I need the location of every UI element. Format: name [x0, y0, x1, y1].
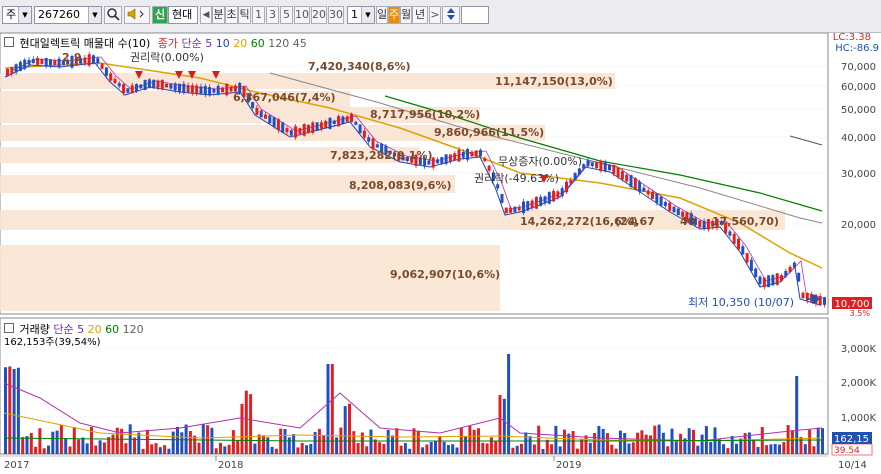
x-label-last: 10/14: [838, 460, 867, 471]
price-axis: 70,000 60,000 50,000 40,000 30,000 20,00…: [841, 62, 876, 231]
vol-legend-60[interactable]: 60: [105, 323, 119, 336]
stock-code-input[interactable]: 267260 ▼: [34, 6, 102, 24]
checkbox-icon[interactable]: [4, 323, 14, 333]
volume-max-label: 162,153주(39,54%): [4, 337, 101, 348]
legend-ma20[interactable]: 20: [233, 37, 247, 50]
vp-label: 40: [680, 215, 696, 228]
price-panel-title: 현대일렉트릭 매물대 수(10): [19, 37, 151, 50]
prev-arrow-button[interactable]: ◀: [200, 6, 212, 24]
low-price-label: 최저 10,350 (10/07): [688, 296, 794, 309]
price-tick-70000: 70,000: [841, 62, 876, 73]
vol-tick-1000k: 1,000K: [841, 413, 877, 424]
legend-ma120[interactable]: 120: [268, 37, 289, 50]
period-10[interactable]: 10: [294, 6, 310, 24]
x-label-2019: 2019: [556, 460, 581, 471]
chevron-down-icon: ▼: [88, 7, 101, 23]
lc-label: LC:3.38: [832, 32, 871, 43]
legend-ma60[interactable]: 60: [251, 37, 265, 50]
period-20[interactable]: 20: [311, 6, 327, 24]
legend-45[interactable]: 45: [293, 37, 307, 50]
tab-day[interactable]: 일: [376, 6, 388, 24]
count-select[interactable]: 1 ▼: [347, 6, 375, 24]
price-tick-60000: 60,000: [841, 82, 876, 93]
hc-label: HC:-86.9: [835, 43, 879, 54]
vp-label: 11,147,150(13,0%): [495, 75, 613, 88]
chevron-down-icon: ▼: [18, 7, 31, 23]
vp-label: 9,062,907(10,6%): [390, 268, 500, 281]
vp-label: 8,208,083(9,6%): [349, 179, 452, 192]
period-1[interactable]: 1: [252, 6, 265, 24]
tab-month[interactable]: 월: [400, 6, 412, 24]
market-label: 주: [6, 8, 17, 21]
x-label-2018: 2018: [218, 460, 243, 471]
vp-label: 8,717,956(10,2%): [370, 108, 480, 121]
x-label-2017: 2017: [4, 460, 29, 471]
toolbar: 주 ▼ 267260 ▼ 신 현대 ◀ 분 초 틱 1 3 5 10 20 30…: [0, 0, 881, 33]
vp-label: 7,420,340(8,6%): [308, 60, 411, 73]
tab-tick[interactable]: 틱: [238, 6, 251, 24]
price-tick-30000: 30,000: [841, 169, 876, 180]
price-tick-50000: 50,000: [841, 105, 876, 116]
tab-year[interactable]: 년: [412, 6, 428, 24]
new-badge[interactable]: 신: [152, 6, 168, 24]
vol-legend-120[interactable]: 120: [123, 323, 144, 336]
stock-code-value: 267260: [38, 8, 80, 21]
chevron-down-icon: ▼: [361, 7, 374, 23]
next-arrow-button[interactable]: >: [429, 6, 441, 24]
legend-close[interactable]: 종가: [158, 37, 178, 50]
search-icon[interactable]: [104, 6, 122, 24]
vol-tick-2000k: 2,000K: [841, 378, 877, 389]
vp-label: 2,9: [62, 51, 82, 64]
vp-box: [0, 210, 785, 230]
vp-label: 17,560,70): [712, 215, 779, 228]
chart-svg: 70,000 60,000 50,000 40,000 30,000 20,00…: [0, 32, 877, 471]
volume-axis: 3,000K 2,000K 1,000K: [841, 344, 877, 424]
market-select[interactable]: 주 ▼: [2, 6, 32, 24]
vol-tick-3000k: 3,000K: [841, 344, 877, 355]
small-pct-label: 3.5%: [850, 309, 871, 318]
x-axis: 2017 2018 2019 10/14: [0, 455, 867, 471]
legend-ma5[interactable]: 5: [205, 37, 212, 50]
tab-week[interactable]: 주: [388, 6, 400, 24]
count-value: 1: [351, 8, 358, 21]
price-tick-20000: 20,000: [841, 220, 876, 231]
checkbox-icon[interactable]: [4, 37, 14, 47]
extra-input[interactable]: [461, 6, 489, 24]
tab-minute[interactable]: 분: [212, 6, 225, 24]
current-volume-label: 162,15: [834, 434, 869, 445]
stock-name-field[interactable]: 현대: [168, 6, 198, 24]
period-3[interactable]: 3: [266, 6, 279, 24]
vp-label: 6,367,046(7,4%): [233, 91, 336, 104]
vp-label: (24,67: [615, 215, 655, 228]
event-label: 무상증자(0.00%): [498, 155, 582, 168]
price-tick-40000: 40,000: [841, 133, 876, 144]
tab-second[interactable]: 초: [225, 6, 238, 24]
speaker-icon[interactable]: [124, 6, 150, 24]
legend-ma10[interactable]: 10: [216, 37, 230, 50]
updown-arrow-icon[interactable]: [442, 6, 460, 24]
event-label: 권리락(0.00%): [130, 51, 204, 64]
price-panel-header: 현대일렉트릭 매물대 수(10) 종가 단순 5 10 20 60 120 45: [4, 35, 307, 51]
vp-label: 9,860,966(11,5%): [434, 126, 544, 139]
chart-area: 70,000 60,000 50,000 40,000 30,000 20,00…: [0, 32, 881, 471]
period-5[interactable]: 5: [280, 6, 293, 24]
period-30[interactable]: 30: [328, 6, 344, 24]
vp-label: 7,823,282(9,1%): [330, 149, 433, 162]
legend-simple[interactable]: 단순: [182, 37, 202, 50]
current-volume-pct: 39.54: [834, 446, 860, 456]
